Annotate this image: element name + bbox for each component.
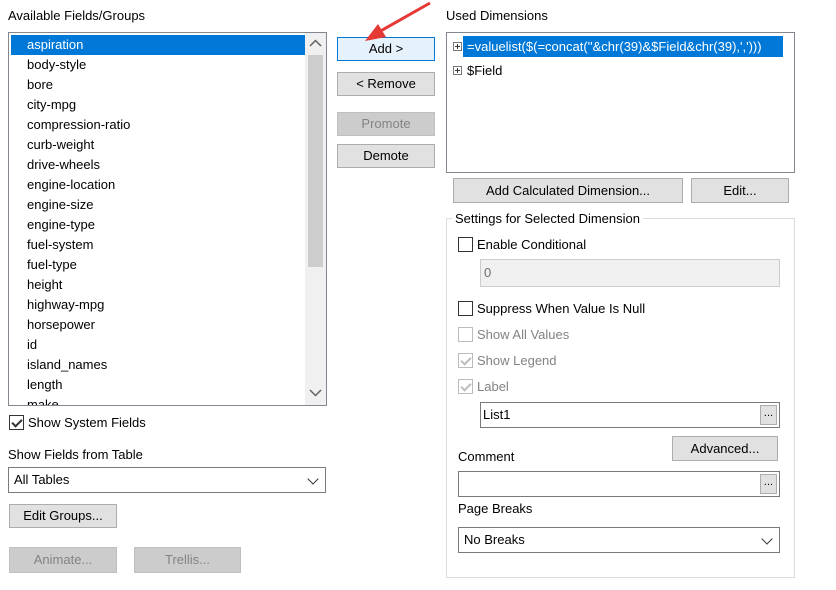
list-item[interactable]: length — [27, 375, 62, 395]
expand-icon[interactable] — [453, 66, 462, 75]
advanced-button[interactable]: Advanced... — [672, 436, 778, 461]
show-legend-label: Show Legend — [477, 353, 557, 368]
list-item[interactable]: engine-type — [27, 215, 95, 235]
edit-groups-button[interactable]: Edit Groups... — [9, 504, 117, 528]
comment-ellipsis-button[interactable]: ... — [760, 474, 777, 494]
suppress-null-checkbox[interactable] — [458, 301, 473, 316]
demote-button[interactable]: Demote — [337, 144, 435, 168]
label-checkbox-label: Label — [477, 379, 509, 394]
list-item[interactable]: compression-ratio — [27, 115, 130, 135]
scrollbar-thumb[interactable] — [308, 55, 323, 267]
enable-conditional-label: Enable Conditional — [477, 237, 587, 252]
show-fields-from-table-label: Show Fields from Table — [8, 447, 143, 462]
scroll-up-icon[interactable] — [309, 39, 322, 47]
label-input-value: List1 — [483, 407, 511, 422]
trellis-button[interactable]: Trellis... — [134, 547, 241, 573]
list-item[interactable]: fuel-system — [27, 235, 93, 255]
used-dimension-item[interactable]: =valuelist($(=concat(''&chr(39)&$Field&c… — [467, 36, 762, 57]
list-item[interactable]: engine-location — [27, 175, 115, 195]
promote-button[interactable]: Promote — [337, 112, 435, 136]
conditional-field: 0 — [480, 259, 780, 287]
page-breaks-label: Page Breaks — [458, 501, 533, 516]
show-system-fields-checkbox[interactable] — [9, 415, 24, 430]
list-item[interactable]: horsepower — [27, 315, 95, 335]
add-calculated-dimension-button[interactable]: Add Calculated Dimension... — [453, 178, 683, 203]
enable-conditional-checkbox[interactable] — [458, 237, 473, 252]
page-breaks-select[interactable]: No Breaks — [458, 527, 780, 553]
list-item[interactable]: city-mpg — [27, 95, 76, 115]
used-dimensions-title: Used Dimensions — [446, 8, 548, 23]
list-item[interactable]: body-style — [27, 55, 86, 75]
chevron-down-icon — [307, 473, 319, 485]
chevron-down-icon — [761, 533, 773, 545]
vertical-scrollbar[interactable] — [305, 33, 326, 405]
scroll-down-icon[interactable] — [309, 389, 322, 397]
show-all-values-label: Show All Values — [477, 327, 570, 342]
show-system-fields-label: Show System Fields — [28, 415, 146, 430]
page-breaks-value: No Breaks — [464, 532, 525, 547]
list-item[interactable]: engine-size — [27, 195, 94, 215]
label-checkbox[interactable] — [458, 379, 473, 394]
settings-title: Settings for Selected Dimension — [452, 211, 643, 226]
suppress-null-label: Suppress When Value Is Null — [477, 301, 646, 316]
list-item[interactable]: aspiration — [27, 35, 83, 55]
annotation-arrow-icon — [365, 1, 431, 41]
list-item[interactable]: height — [27, 275, 62, 295]
available-fields-title: Available Fields/Groups — [8, 8, 146, 23]
label-ellipsis-button[interactable]: ... — [760, 405, 777, 425]
list-item[interactable]: id — [27, 335, 37, 355]
list-item[interactable]: highway-mpg — [27, 295, 104, 315]
edit-button[interactable]: Edit... — [691, 178, 789, 203]
list-item[interactable]: make — [27, 395, 59, 405]
conditional-value: 0 — [484, 265, 492, 280]
table-select-value: All Tables — [14, 472, 70, 487]
label-input[interactable]: List1 ... — [480, 402, 780, 428]
used-dimension-item[interactable]: $Field — [467, 61, 502, 81]
used-dimensions-list[interactable]: =valuelist($(=concat(''&chr(39)&$Field&c… — [446, 32, 795, 173]
animate-button[interactable]: Animate... — [9, 547, 117, 573]
comment-label: Comment — [458, 449, 515, 464]
comment-input[interactable]: ... — [458, 471, 780, 497]
available-fields-list[interactable]: aspiration body-style bore city-mpg compress… — [8, 32, 327, 406]
list-item[interactable]: curb-weight — [27, 135, 94, 155]
table-select[interactable]: All Tables — [8, 467, 326, 493]
list-item[interactable]: drive-wheels — [27, 155, 100, 175]
list-item[interactable]: island_names — [27, 355, 107, 375]
remove-button[interactable]: < Remove — [337, 72, 435, 96]
show-legend-checkbox[interactable] — [458, 353, 473, 368]
list-item[interactable]: fuel-type — [27, 255, 77, 275]
expand-icon[interactable] — [453, 42, 462, 51]
list-item[interactable]: bore — [27, 75, 53, 95]
show-all-values-checkbox[interactable] — [458, 327, 473, 342]
